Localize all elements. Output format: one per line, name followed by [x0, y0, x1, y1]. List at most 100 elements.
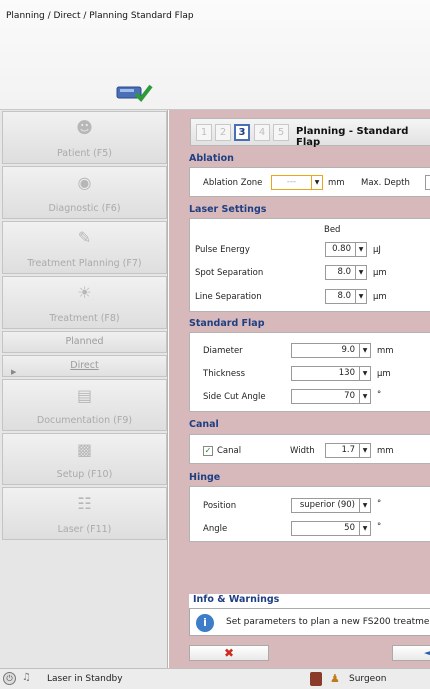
side-cut-angle-label: Side Cut Angle [203, 392, 266, 402]
standard-flap-panel: Diameter 9.0 ▼ mm Thickness 130 ▼ µm Sid… [189, 332, 430, 412]
nav-documentation[interactable]: ▤ Documentation (F9) [2, 379, 167, 431]
setup-icon: ▩ [76, 440, 93, 459]
canal-width-dropdown-icon[interactable]: ▼ [360, 443, 371, 458]
diagnostic-icon: ◉ [77, 173, 92, 192]
side-cut-angle-dropdown-icon[interactable]: ▼ [360, 389, 371, 404]
hinge-angle-unit: ° [377, 522, 382, 532]
back-arrow-icon: ◄ [424, 646, 430, 659]
nav-patient[interactable]: ☻ Patient (F5) [2, 111, 167, 164]
step-4[interactable]: 4 [254, 124, 270, 141]
ablation-zone-dropdown-icon[interactable]: ▼ [312, 175, 323, 190]
line-separation-dropdown-icon[interactable]: ▼ [356, 289, 367, 304]
info-warnings-heading: Info & Warnings [189, 594, 430, 608]
nav-treatment-planning[interactable]: ✎ Treatment Planning (F7) [2, 221, 167, 274]
nav-diagnostic[interactable]: ◉ Diagnostic (F6) [2, 166, 167, 219]
hinge-position-dropdown-icon[interactable]: ▼ [360, 498, 371, 513]
ablation-zone-label: Ablation Zone [203, 178, 263, 188]
hinge-position-select[interactable]: superior (90) [291, 498, 360, 513]
canal-checkbox[interactable]: ✓ [203, 446, 213, 456]
diameter-label: Diameter [203, 346, 243, 356]
laser-settings-panel: Bed Pulse Energy 0.80 ▼ µJ Spot Separati… [189, 218, 430, 312]
pulse-energy-field[interactable]: 0.80 [325, 242, 356, 257]
nav-label: Documentation (F9) [36, 415, 133, 426]
nav-direct[interactable]: ▶ Direct [2, 355, 167, 377]
spot-separation-unit: µm [373, 268, 387, 278]
info-message: Set parameters to plan a new FS200 treat… [226, 617, 430, 627]
line-separation-unit: µm [373, 292, 387, 302]
canal-panel: ✓ Canal Width 1.7 ▼ mm [189, 434, 430, 464]
canal-width-field[interactable]: 1.7 [325, 443, 360, 458]
ablation-zone-field[interactable]: --- [271, 175, 312, 190]
sound-icon[interactable]: ♫ [22, 672, 35, 685]
page-title: Planning - Standard Flap [296, 126, 409, 148]
canal-width-label: Width [290, 446, 315, 456]
nav-label: Laser (F11) [57, 524, 112, 535]
ablation-panel: Ablation Zone --- ▼ mm Max. Depth [189, 167, 430, 197]
hinge-angle-dropdown-icon[interactable]: ▼ [360, 521, 371, 536]
side-cut-angle-field[interactable]: 70 [291, 389, 360, 404]
laser-icon: ☷ [77, 494, 92, 513]
spot-separation-field[interactable]: 8.0 [325, 265, 356, 280]
step-3-current[interactable]: 3 [234, 124, 250, 141]
treatment-icon: ☀ [77, 283, 92, 302]
nav-label: Setup (F10) [56, 469, 113, 480]
ablation-zone-unit: mm [328, 178, 345, 188]
diameter-unit: mm [377, 346, 394, 356]
spot-separation-dropdown-icon[interactable]: ▼ [356, 265, 367, 280]
user-icon: ♟ [330, 672, 340, 685]
canal-width-unit: mm [377, 446, 394, 456]
pulse-energy-label: Pulse Energy [195, 245, 250, 255]
section-standard-flap-heading: Standard Flap [189, 318, 265, 329]
nav-label: Patient (F5) [56, 148, 113, 159]
hinge-angle-field[interactable]: 50 [291, 521, 360, 536]
nav-label: Planned [65, 336, 104, 347]
thickness-unit: µm [377, 369, 391, 379]
nav-planned[interactable]: Planned [2, 331, 167, 353]
documentation-icon: ▤ [76, 386, 93, 405]
section-ablation-heading: Ablation [189, 153, 234, 164]
thickness-dropdown-icon[interactable]: ▼ [360, 366, 371, 381]
info-icon: i [196, 614, 214, 632]
nav-label: Diagnostic (F6) [48, 203, 121, 214]
back-button[interactable]: ◄ [392, 645, 430, 661]
section-hinge-heading: Hinge [189, 472, 221, 483]
diameter-field[interactable]: 9.0 [291, 343, 360, 358]
breadcrumb: Planning / Direct / Planning Standard Fl… [6, 11, 194, 21]
canal-checkbox-label: Canal [217, 446, 242, 456]
line-separation-label: Line Separation [195, 292, 262, 302]
pulse-energy-dropdown-icon[interactable]: ▼ [356, 242, 367, 257]
nav-laser[interactable]: ☷ Laser (F11) [2, 487, 167, 540]
hinge-position-unit: ° [377, 499, 382, 509]
info-message-box: i Set parameters to plan a new FS200 tre… [189, 608, 430, 636]
thickness-field[interactable]: 130 [291, 366, 360, 381]
nav-treatment[interactable]: ☀ Treatment (F8) [2, 276, 167, 329]
cancel-button[interactable]: ✖ [189, 645, 269, 661]
nav-label: Direct [70, 360, 99, 371]
bed-column-header: Bed [324, 225, 341, 235]
usb-device-check-icon [114, 80, 154, 104]
power-icon[interactable]: ⏻ [3, 672, 16, 685]
section-laser-settings-heading: Laser Settings [189, 204, 267, 215]
nav-label: Treatment Planning (F7) [27, 258, 142, 269]
side-cut-angle-unit: ° [377, 390, 382, 400]
patient-icon: ☻ [76, 118, 93, 137]
thickness-label: Thickness [203, 369, 246, 379]
step-2[interactable]: 2 [215, 124, 231, 141]
hinge-position-label: Position [203, 501, 237, 511]
status-bar: ⏻ ♫ Laser in Standby ♟ Surgeon [0, 668, 430, 689]
laser-device-icon [310, 672, 322, 686]
line-separation-field[interactable]: 8.0 [325, 289, 356, 304]
spot-separation-label: Spot Separation [195, 268, 264, 278]
max-depth-field[interactable] [425, 175, 430, 190]
step-1[interactable]: 1 [196, 124, 212, 141]
user-name: Surgeon [349, 674, 387, 684]
max-depth-label: Max. Depth [361, 178, 410, 188]
pulse-energy-unit: µJ [373, 245, 381, 255]
laser-status: Laser in Standby [47, 674, 123, 684]
hinge-panel: Position superior (90) ▼ ° Angle 50 ▼ ° [189, 486, 430, 542]
diameter-dropdown-icon[interactable]: ▼ [360, 343, 371, 358]
hinge-angle-label: Angle [203, 524, 228, 534]
nav-setup[interactable]: ▩ Setup (F10) [2, 433, 167, 485]
section-canal-heading: Canal [189, 419, 219, 430]
step-5[interactable]: 5 [273, 124, 289, 141]
